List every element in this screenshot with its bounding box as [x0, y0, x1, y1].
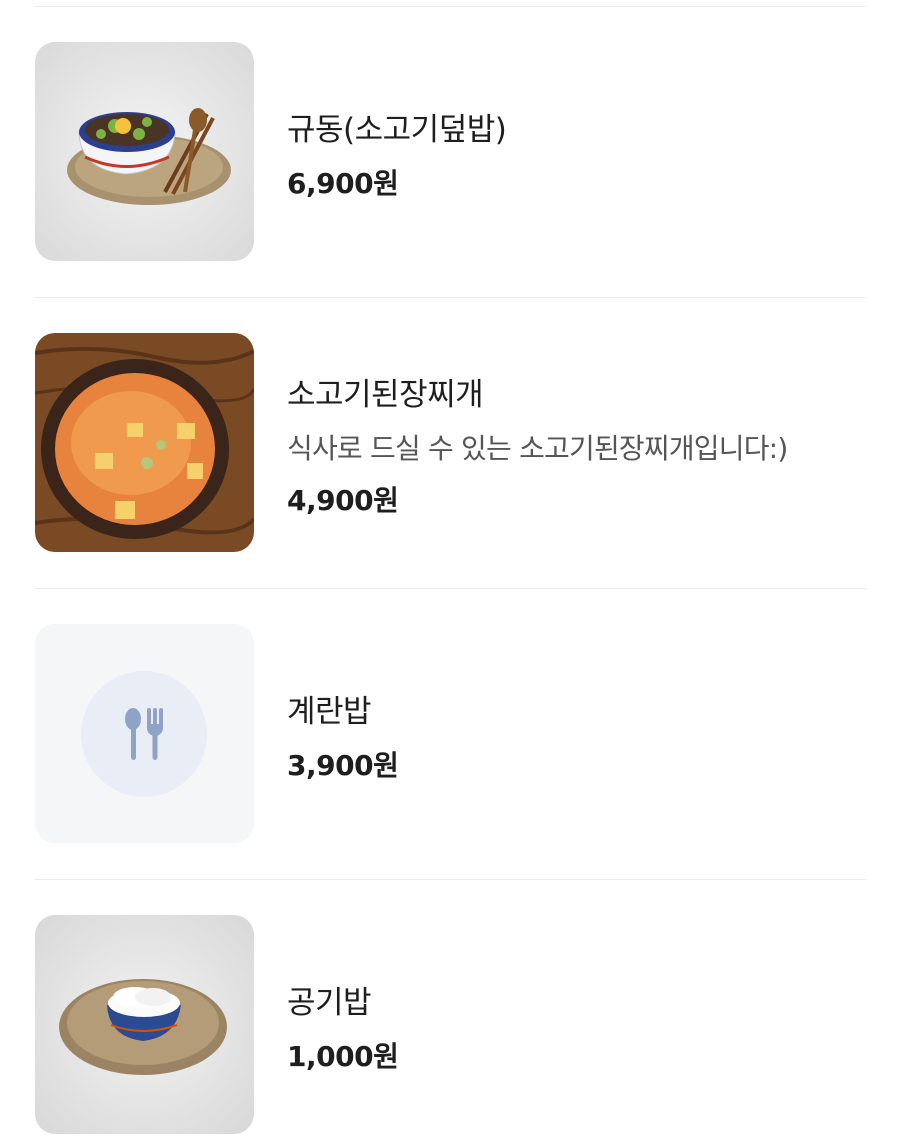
doenjang-jjigae-image	[35, 333, 254, 552]
menu-item-egg-rice[interactable]: 계란밥 3,900원	[35, 624, 866, 844]
menu-item-doenjang-jjigae[interactable]: 소고기된장찌개 식사로 드실 수 있는 소고기된장찌개입니다:) 4,900원	[35, 333, 866, 553]
divider	[35, 879, 866, 880]
egg-rice-image-placeholder	[35, 624, 254, 843]
divider	[35, 297, 866, 298]
menu-item-description: 식사로 드실 수 있는 소고기된장찌개입니다:)	[287, 432, 788, 465]
menu-item-price: 4,900원	[287, 484, 399, 517]
divider	[35, 588, 866, 589]
gyudon-image	[35, 42, 254, 261]
menu-item-rice-bowl[interactable]: 공기밥 1,000원	[35, 915, 866, 1135]
menu-item-name: 소고기된장찌개	[287, 377, 484, 413]
menu-item-price: 3,900원	[287, 749, 399, 782]
menu-item-price: 1,000원	[287, 1040, 399, 1073]
divider	[35, 6, 866, 7]
menu-item-name: 계란밥	[287, 694, 372, 730]
menu-item-gyudon[interactable]: 규동(소고기덮밥) 6,900원	[35, 42, 866, 262]
menu-item-name: 규동(소고기덮밥)	[287, 112, 507, 148]
menu-item-price: 6,900원	[287, 167, 399, 200]
rice-bowl-image	[35, 915, 254, 1134]
menu-item-name: 공기밥	[287, 985, 372, 1021]
